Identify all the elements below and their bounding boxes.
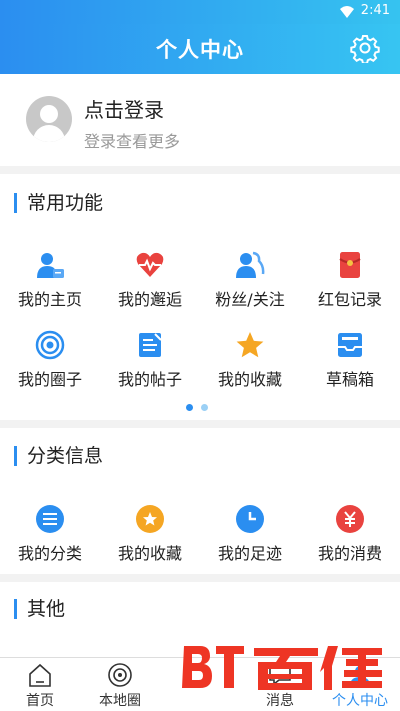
status-bar: 2:41 — [0, 0, 400, 24]
login-title[interactable]: 点击登录 — [84, 94, 164, 123]
grid-item-my-encounters[interactable]: 我的邂逅 — [100, 250, 200, 310]
draft-box-icon — [338, 333, 362, 357]
user-card-icon — [37, 253, 64, 278]
settings-gear-icon[interactable] — [350, 33, 380, 63]
grid-item-my-collections[interactable]: 我的收藏 — [100, 504, 200, 564]
category-info-section: 分类信息 我的分类 我的收藏 我的足迹 我的消费 — [0, 428, 400, 574]
tab-home[interactable]: 首页 — [0, 658, 80, 711]
section-title-category: 分类信息 — [14, 446, 103, 466]
fans-icon — [236, 251, 265, 278]
section-title-other: 其他 — [14, 599, 65, 619]
favorite-badge-icon — [136, 505, 164, 533]
section-title-common: 常用功能 — [14, 193, 103, 213]
status-time: 2:41 — [360, 3, 390, 18]
grid-item-label: 我的帖子 — [117, 370, 182, 389]
post-edit-icon — [139, 333, 162, 357]
login-subtitle: 登录查看更多 — [84, 132, 181, 151]
tab-local-circle[interactable]: 本地圈 — [80, 658, 160, 711]
clock-icon — [236, 505, 264, 533]
grid-item-my-spending[interactable]: 我的消费 — [300, 504, 400, 564]
grid-item-my-homepage[interactable]: 我的主页 — [0, 250, 100, 310]
grid-item-fans-follow[interactable]: 粉丝/关注 — [200, 250, 300, 310]
grid-item-label: 我的收藏 — [117, 544, 182, 563]
grid-item-my-footprints[interactable]: 我的足迹 — [200, 504, 300, 564]
grid-item-label: 我的邂逅 — [117, 290, 182, 309]
grid-item-label: 草稿箱 — [325, 370, 374, 389]
grid-item-my-circles[interactable]: 我的圈子 — [0, 330, 100, 390]
grid-item-label: 粉丝/关注 — [215, 290, 285, 309]
red-envelope-icon — [339, 252, 361, 278]
avatar[interactable] — [26, 96, 72, 142]
grid-item-my-categories[interactable]: 我的分类 — [0, 504, 100, 564]
page-indicator — [186, 396, 216, 415]
grid-item-drafts[interactable]: 草稿箱 — [300, 330, 400, 390]
grid-item-label: 我的分类 — [17, 544, 82, 563]
category-list-icon — [36, 505, 64, 533]
grid-item-label: 红包记录 — [317, 290, 382, 309]
page-dot-active[interactable] — [186, 404, 193, 411]
grid-item-my-favorites[interactable]: 我的收藏 — [200, 330, 300, 390]
app-header: 个人中心 — [0, 24, 400, 74]
watermark-logo — [182, 646, 382, 690]
page-title: 个人中心 — [156, 38, 244, 62]
wifi-icon — [340, 6, 354, 18]
yuan-icon — [336, 505, 364, 533]
star-icon — [236, 332, 264, 358]
heartbeat-icon — [136, 252, 164, 277]
circle-target-icon — [35, 330, 65, 360]
page-dot[interactable] — [201, 404, 208, 411]
local-circle-icon — [108, 663, 132, 687]
common-functions-section: 常用功能 我的主页 我的邂逅 粉丝/关注 红包记录 我的圈子 我的帖子 我的收藏… — [0, 174, 400, 420]
grid-item-label: 我的主页 — [17, 290, 82, 309]
login-card[interactable]: 点击登录 登录查看更多 — [0, 74, 400, 166]
home-icon — [29, 663, 51, 687]
tab-label: 首页 — [26, 693, 54, 709]
grid-item-label: 我的圈子 — [17, 370, 82, 389]
grid-item-red-envelope[interactable]: 红包记录 — [300, 250, 400, 310]
grid-item-label: 我的收藏 — [217, 370, 282, 389]
grid-item-label: 我的消费 — [317, 544, 382, 563]
grid-item-my-posts[interactable]: 我的帖子 — [100, 330, 200, 390]
grid-item-label: 我的足迹 — [217, 544, 282, 563]
tab-label: 本地圈 — [99, 693, 141, 709]
